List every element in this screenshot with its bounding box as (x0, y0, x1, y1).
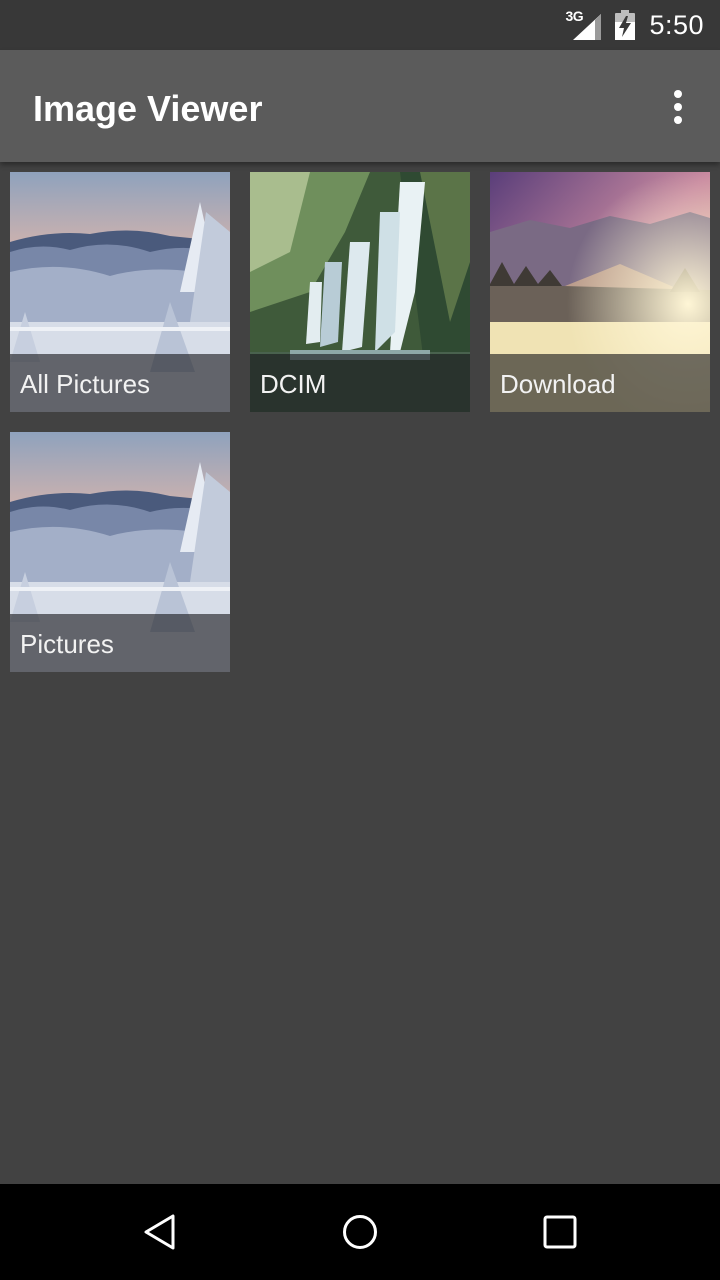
album-caption: All Pictures (10, 354, 230, 412)
album-label: Pictures (20, 629, 114, 659)
navigation-bar (0, 1184, 720, 1280)
album-caption: Download (490, 354, 710, 412)
album-caption: Pictures (10, 614, 230, 672)
app-title: Image Viewer (33, 88, 263, 129)
album-label: All Pictures (20, 369, 151, 399)
more-vert-icon[interactable] (658, 82, 698, 132)
home-icon[interactable] (340, 1212, 380, 1252)
recents-icon[interactable] (540, 1212, 580, 1252)
battery-charging-icon (615, 10, 636, 40)
screen: 3G 5:50 Image Viewer All Pictures DCIM D… (0, 0, 720, 1280)
status-icons: 3G 5:50 (565, 0, 704, 50)
album-caption: DCIM (250, 354, 470, 412)
album-tile-dcim[interactable]: DCIM (250, 172, 470, 412)
clock: 5:50 (649, 9, 704, 40)
back-icon[interactable] (140, 1212, 180, 1252)
status-bar: 3G 5:50 (0, 0, 720, 50)
album-tile-all-pictures[interactable]: All Pictures (10, 172, 230, 412)
album-tile-pictures[interactable]: Pictures (10, 432, 230, 672)
signal-icon (573, 14, 602, 40)
album-label: Download (500, 369, 616, 399)
album-tile-download[interactable]: Download (490, 172, 710, 412)
album-label: DCIM (260, 369, 327, 399)
network-indicator: 3G (565, 8, 602, 40)
app-bar: Image Viewer (0, 50, 720, 162)
album-grid: All Pictures DCIM Download Pictures (0, 162, 720, 1184)
